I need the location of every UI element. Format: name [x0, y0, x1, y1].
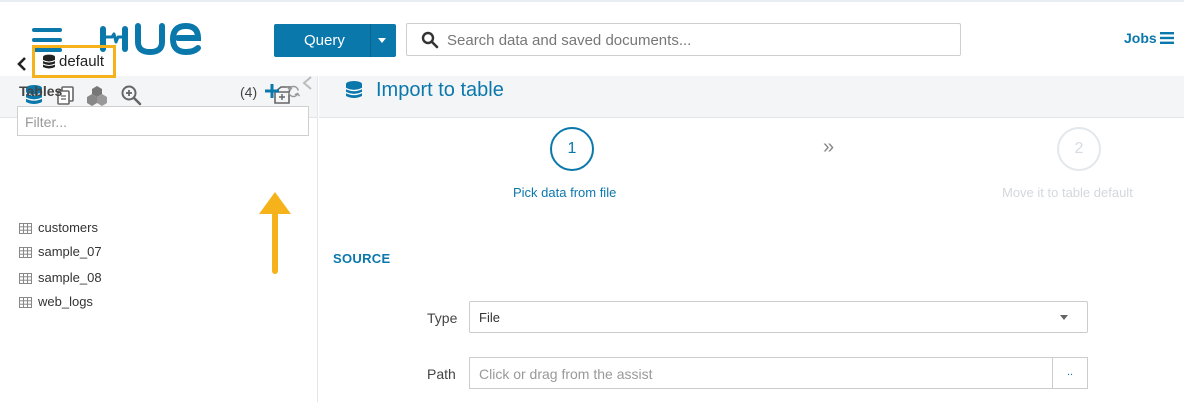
table-item-label: sample_07 [38, 244, 102, 259]
filter-placeholder: Filter... [25, 114, 68, 130]
database-icon [345, 81, 363, 98]
query-dropdown-caret-icon[interactable] [378, 38, 386, 43]
table-item-label: customers [38, 220, 98, 235]
path-placeholder: Click or drag from the assist [479, 366, 653, 382]
step-separator: » [823, 136, 835, 158]
table-grid-icon [19, 297, 32, 308]
table-filter-input[interactable]: Filter... [17, 106, 309, 136]
database-small-icon [42, 54, 56, 69]
table-item-label: web_logs [38, 294, 93, 309]
global-search-input[interactable]: Search data and saved documents... [406, 23, 961, 56]
zoom-in-icon[interactable] [120, 84, 142, 106]
query-button-label: Query [304, 32, 345, 49]
table-item-label: sample_08 [38, 270, 102, 285]
path-input[interactable]: Click or drag from the assist [469, 357, 1052, 389]
step-1-label[interactable]: Pick data from file [513, 185, 616, 200]
refresh-icon[interactable] [287, 85, 300, 98]
top-border [0, 0, 1184, 2]
database-name[interactable]: default [59, 53, 104, 70]
tables-heading: Tables [19, 83, 63, 99]
table-grid-icon [19, 223, 32, 234]
type-label: Type [427, 310, 458, 326]
table-grid-icon [19, 273, 32, 284]
path-label: Path [427, 366, 456, 382]
section-title: SOURCE [333, 251, 391, 266]
step-2-label: Move it to table default [1002, 185, 1133, 200]
query-button[interactable]: Query [274, 24, 396, 57]
type-select-value: File [479, 310, 500, 325]
search-placeholder: Search data and saved documents... [447, 32, 692, 49]
jobs-list-icon[interactable] [1160, 32, 1174, 44]
step-1-circle[interactable]: 1 [550, 127, 594, 171]
select-caret-icon [1060, 315, 1068, 320]
top-bar: Query Search data and saved documents...… [0, 0, 1184, 76]
tables-count: (4) [240, 84, 258, 100]
query-button-divider [370, 24, 371, 57]
type-select[interactable]: File [469, 301, 1088, 333]
path-browse-button-label: .. [1067, 366, 1074, 378]
search-icon [421, 31, 439, 49]
step-2-circle: 2 [1057, 127, 1101, 171]
jobs-link[interactable]: Jobs [1124, 30, 1157, 46]
add-table-plus-icon[interactable] [265, 84, 279, 98]
path-browse-button[interactable]: .. [1052, 357, 1088, 389]
annotation-arrow-icon [259, 192, 291, 274]
table-grid-icon [19, 247, 32, 258]
cubes-icon[interactable] [86, 84, 108, 106]
page-title: Import to table [376, 79, 504, 101]
collapse-panel-chevron-icon[interactable] [301, 76, 315, 90]
back-chevron-icon[interactable] [16, 56, 28, 72]
